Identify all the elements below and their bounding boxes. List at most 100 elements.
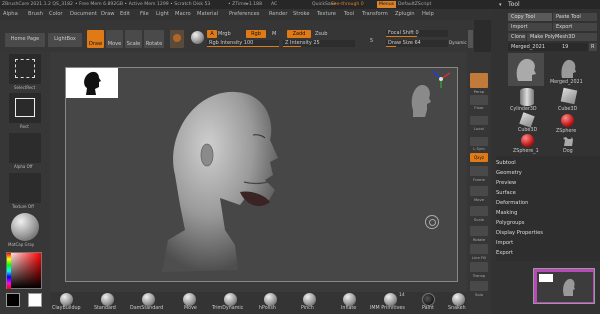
menu-zplugin[interactable]: Zplugin: [395, 9, 415, 20]
section-import[interactable]: Import: [496, 240, 513, 246]
section-preview[interactable]: Preview: [496, 180, 516, 186]
frame-button[interactable]: [470, 166, 488, 176]
zsub-toggle[interactable]: Zsub: [315, 30, 335, 38]
qxyz-button[interactable]: Qxyz: [470, 153, 488, 162]
menus-toggle[interactable]: Menus: [377, 1, 397, 8]
dog-thumb-icon[interactable]: [561, 134, 575, 148]
section-deformation[interactable]: Deformation: [496, 200, 528, 206]
rotate-view-button[interactable]: [470, 226, 488, 236]
tool-thumb-merged-main[interactable]: [508, 53, 544, 86]
brush-label-paint[interactable]: Paint: [422, 306, 434, 311]
section-masking[interactable]: Masking: [496, 210, 517, 216]
zadd-toggle[interactable]: Zadd: [287, 30, 311, 38]
transp-button[interactable]: [470, 262, 488, 272]
section-polygroups[interactable]: Polygroups: [496, 220, 524, 226]
section-surface[interactable]: Surface: [496, 190, 516, 196]
brush-icon-hpolish[interactable]: [264, 293, 277, 306]
draw-size-slider[interactable]: Draw Size 64: [386, 40, 448, 47]
rect-stroke-button[interactable]: [9, 93, 41, 123]
brush-icon-move[interactable]: [183, 293, 196, 306]
section-export[interactable]: Export: [496, 250, 513, 256]
menu-edit[interactable]: Edit: [120, 9, 130, 20]
menu-macro[interactable]: Macro: [175, 9, 191, 20]
menu-tool[interactable]: Tool: [344, 9, 354, 20]
lightbox-button[interactable]: LightBox: [48, 33, 82, 47]
menu-brush[interactable]: Brush: [28, 9, 43, 20]
brush-icon-imm-primitives[interactable]: [384, 293, 397, 306]
navigation-thumbnail[interactable]: [66, 68, 118, 98]
brush-icon-claybuildup[interactable]: [60, 293, 73, 306]
tool-chevron-icon[interactable]: ▾: [499, 2, 502, 8]
menu-help[interactable]: Help: [422, 9, 434, 20]
make-polymesh-button[interactable]: Make PolyMesh3D: [527, 33, 597, 41]
dynamic-toggle[interactable]: Dynamic: [449, 40, 467, 45]
matcap-sphere-icon[interactable]: [11, 213, 39, 241]
brush-label-inflate[interactable]: Inflate: [341, 306, 356, 311]
home-page-button[interactable]: Home Page: [5, 33, 45, 47]
copy-tool-button[interactable]: Copy Tool: [508, 13, 552, 21]
menu-preferences[interactable]: Preferences: [229, 9, 260, 20]
rgb-intensity-slider[interactable]: Rgb Intensity 100: [207, 40, 279, 47]
material-sphere-icon[interactable]: [191, 31, 204, 44]
see-through-slider[interactable]: See-through 0: [331, 0, 364, 9]
brush-label-move[interactable]: Move: [184, 306, 197, 311]
sculpted-head-model[interactable]: [140, 80, 300, 280]
paste-tool-button[interactable]: Paste Tool: [553, 13, 597, 21]
select-rect-button[interactable]: [9, 54, 41, 84]
brush-icon-damstandard[interactable]: [142, 293, 155, 306]
brush-icon-paint[interactable]: [422, 293, 435, 306]
line-fill-button[interactable]: [470, 244, 488, 254]
default-script[interactable]: DefaultZScript: [398, 0, 431, 9]
clone-button[interactable]: Clone: [508, 33, 526, 41]
floor-button[interactable]: [470, 95, 488, 105]
menu-file[interactable]: File: [140, 9, 149, 20]
brush-icon-inflate[interactable]: [343, 293, 356, 306]
zsphere1-thumb-icon[interactable]: [521, 134, 534, 147]
brush-icon-standard[interactable]: [101, 293, 114, 306]
section-subtool[interactable]: Subtool: [496, 160, 516, 166]
z-intensity-slider[interactable]: Z Intensity 25: [283, 40, 355, 47]
brush-icon-trimdynamic[interactable]: [224, 293, 237, 306]
brush-label-snakehook[interactable]: Snakeh: [448, 306, 466, 311]
menu-stroke[interactable]: Stroke: [293, 9, 310, 20]
main-color-swatch[interactable]: [6, 293, 20, 307]
brush-label-imm-primitives[interactable]: IMM Primitives: [370, 306, 405, 311]
menu-material[interactable]: Material: [197, 9, 218, 20]
menu-draw[interactable]: Draw: [101, 9, 115, 20]
export-button[interactable]: Export: [553, 23, 597, 31]
alpha-slot[interactable]: [9, 133, 41, 163]
menu-render[interactable]: Render: [269, 9, 287, 20]
hue-strip[interactable]: [7, 253, 11, 289]
menu-transform[interactable]: Transform: [362, 9, 388, 20]
mrgb-toggle[interactable]: Mrgb: [218, 30, 248, 38]
rgb-toggle[interactable]: Rgb: [246, 30, 266, 38]
r-button[interactable]: R: [589, 43, 597, 51]
draw-mode-button[interactable]: Draw: [87, 30, 104, 48]
persp-button[interactable]: [470, 73, 488, 88]
brush-label-trimdynamic[interactable]: TrimDynamic: [212, 306, 243, 311]
menu-document[interactable]: Document: [70, 9, 97, 20]
current-tool-slider[interactable]: Merged_2021 19: [508, 43, 588, 51]
mini-viewer[interactable]: [533, 268, 595, 304]
axis-gizmo-icon[interactable]: [430, 67, 452, 89]
secondary-color-swatch[interactable]: [28, 293, 42, 307]
focal-shift-slider[interactable]: Focal Shift 0: [386, 30, 448, 37]
local-button[interactable]: [470, 116, 488, 125]
section-display-properties[interactable]: Display Properties: [496, 230, 543, 236]
move-mode-button[interactable]: Move: [106, 30, 123, 48]
brush-icon-pinch[interactable]: [303, 293, 316, 306]
brush-label-standard[interactable]: Standard: [94, 306, 116, 311]
brush-icon-snakehook[interactable]: [452, 293, 465, 306]
section-geometry[interactable]: Geometry: [496, 170, 522, 176]
cube-thumb-icon[interactable]: [560, 87, 578, 105]
shelf-scroll[interactable]: [468, 30, 473, 48]
import-button[interactable]: Import: [508, 23, 552, 31]
scale-mode-button[interactable]: Scale: [125, 30, 142, 48]
scale-view-button[interactable]: [470, 206, 488, 216]
color-picker[interactable]: [6, 252, 42, 289]
texture-slot[interactable]: [9, 173, 41, 203]
rotate-mode-button[interactable]: Rotate: [144, 30, 164, 48]
cylinder-thumb-icon[interactable]: [520, 88, 534, 106]
brush-label-damstandard[interactable]: DamStandard: [130, 306, 163, 311]
zsphere-thumb-icon[interactable]: [561, 114, 574, 127]
